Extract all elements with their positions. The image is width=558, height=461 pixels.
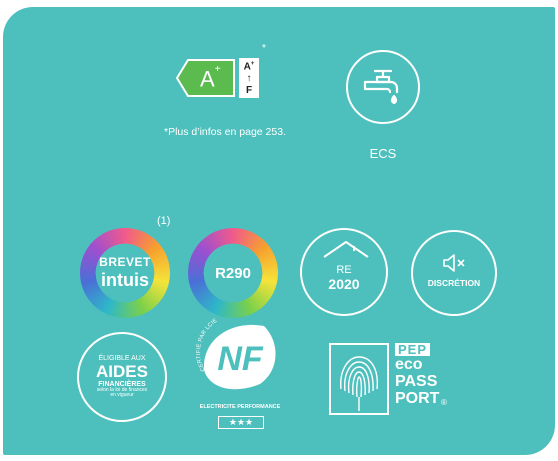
brevet-footnote: (1)	[157, 215, 171, 227]
discretion-label: DISCRÉTION	[427, 278, 481, 288]
energy-scale-top-sup: +	[250, 61, 255, 67]
energy-asterisk: *	[262, 43, 266, 54]
pep-line4: PORT	[395, 390, 440, 407]
energy-label: A+ A+ ↑ F *	[176, 43, 266, 105]
energy-scale-bottom: F	[245, 85, 253, 97]
aides-financieres-badge: ÉLIGIBLE AUX AIDES FINANCIÈRES selon la …	[77, 332, 167, 422]
fingerprint-icon	[340, 356, 378, 411]
nf-certification: CERTIFIÉ PAR LCIE NF ELECTRICITE PERFORM…	[190, 312, 290, 432]
pep-line2: eco	[395, 356, 423, 373]
brevet-line2: intuis	[101, 270, 149, 290]
re2020-badge: RE 2020	[300, 228, 388, 316]
energy-scale-top: A	[243, 61, 251, 73]
aides-line2: AIDES	[96, 361, 148, 381]
ecs-label: ECS	[369, 146, 397, 161]
nf-logo-text: NF	[217, 340, 264, 378]
energy-footnote: *Plus d’infos en page 253.	[163, 126, 286, 138]
nf-stars: ★★★	[218, 416, 264, 429]
nf-caption: ELECTRICITE PERFORMANCE	[199, 404, 281, 410]
energy-scale-arrow: ↑	[246, 73, 252, 85]
energy-class-sup: +	[214, 64, 221, 75]
r290-label: R290	[215, 264, 251, 282]
pep-line1: PEP	[395, 343, 431, 356]
pep-registered-mark: ®	[441, 398, 447, 407]
r290-badge: R290	[188, 228, 278, 318]
muted-speaker-icon	[443, 254, 465, 272]
nf-logo: CERTIFIÉ PAR LCIE NF	[195, 318, 276, 390]
ecs-badge	[346, 50, 420, 124]
energy-scale: A+ ↑ F	[239, 58, 259, 98]
pep-line3: PASS	[395, 373, 438, 390]
discretion-badge: DISCRÉTION	[411, 230, 497, 316]
faucet-water-drop-icon	[363, 69, 399, 105]
re-label: RE	[336, 264, 352, 276]
aides-line5: en vigueur	[110, 392, 134, 399]
house-roof-icon	[323, 241, 369, 258]
energy-class: A	[200, 66, 215, 92]
re-year: 2020	[328, 276, 360, 292]
pep-ecopassport-logo: PEP eco PASS PORT ®	[329, 343, 459, 419]
fingerprint-box	[329, 343, 389, 415]
brevet-intuis-badge: BREVET intuis	[80, 228, 170, 318]
brevet-line1: BREVET	[99, 255, 151, 269]
